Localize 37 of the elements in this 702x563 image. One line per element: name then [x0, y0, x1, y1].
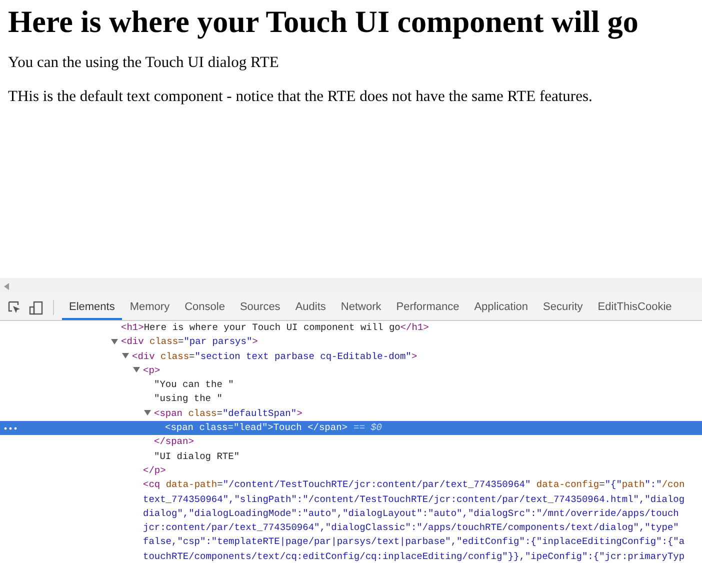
- devtools-tab[interactable]: Memory: [122, 295, 177, 320]
- devtools-tab[interactable]: Application: [467, 295, 536, 320]
- code-line: touchRTE/components/text/cq:editConfig/cq:inplaceEditing/config"}},"ipeConfig":{"jcr:primaryTyp: [143, 550, 685, 563]
- code-line: "You can the ": [154, 378, 234, 392]
- code-line: jcr:content/par/text_774350964","dialogClassic":"/apps/touchRTE/components/text/dialog","type": [143, 521, 679, 536]
- expand-triangle-icon[interactable]: [144, 409, 151, 416]
- expand-triangle-icon[interactable]: [133, 366, 140, 374]
- code-line: text_774350964","slingPath":"/content/TestTouchRTE/jcr:content/par/text_774350964.html","dialog: [143, 492, 685, 507]
- code-line: </p>: [143, 464, 166, 478]
- devtools-tab[interactable]: Security: [536, 295, 590, 320]
- devtools-tab[interactable]: Console: [178, 295, 232, 320]
- code-line: <span class="defaultSpan">: [154, 406, 302, 421]
- code-line: false,"csp":"templateRTE|page/par|parsys/text|parbase","editConfig":{"inplaceEditingConfig":{"a: [143, 535, 685, 550]
- node-reference: == $0: [354, 421, 382, 436]
- code-line: dialog","dialogLoadingMode":"auto","dialogLayout":"auto","dialogSrc":"/mnt/override/apps/touch: [143, 506, 679, 521]
- devtools-tab[interactable]: Network: [334, 295, 388, 320]
- devtools-tab[interactable]: Audits: [288, 295, 333, 320]
- code-line: <span class="lead">Touch </span>: [165, 421, 348, 436]
- code-line: <p>: [143, 364, 160, 378]
- code-line: <div class="par parsys">: [121, 335, 258, 350]
- devtools-tab[interactable]: Performance: [389, 295, 466, 320]
- devtools-tab[interactable]: Elements: [62, 295, 122, 320]
- code-line: <cq data-path="/content/TestTouchRTE/jcr:content/par/text_774350964" data-config="{"path":"/con: [143, 478, 685, 492]
- paragraph: You can the using the Touch UI dialog RTE: [8, 53, 280, 73]
- paragraph: THis is the default text component - notice that the RTE does not have the same RTE features.: [8, 87, 594, 107]
- code-line: </span>: [154, 435, 194, 450]
- expand-triangle-icon[interactable]: [122, 352, 129, 359]
- devtools-tab[interactable]: Sources: [232, 295, 288, 320]
- code-line: "using the ": [154, 392, 222, 406]
- selected-node-row[interactable]: <span class="lead">Touch </span> == $0: [0, 421, 702, 436]
- code-line: "UI dialog RTE": [154, 450, 240, 464]
- devtools-tab[interactable]: EditThisCookie: [590, 295, 679, 320]
- ellipsis-icon[interactable]: [4, 427, 18, 430]
- page-heading: Here is where your Touch UI component will go: [8, 4, 640, 40]
- code-line: <div class="section text parbase cq-Editable-dom">: [132, 350, 418, 364]
- code-line: <h1>Here is where your Touch UI component will go</h1>: [121, 321, 429, 335]
- expand-triangle-icon[interactable]: [111, 338, 118, 345]
